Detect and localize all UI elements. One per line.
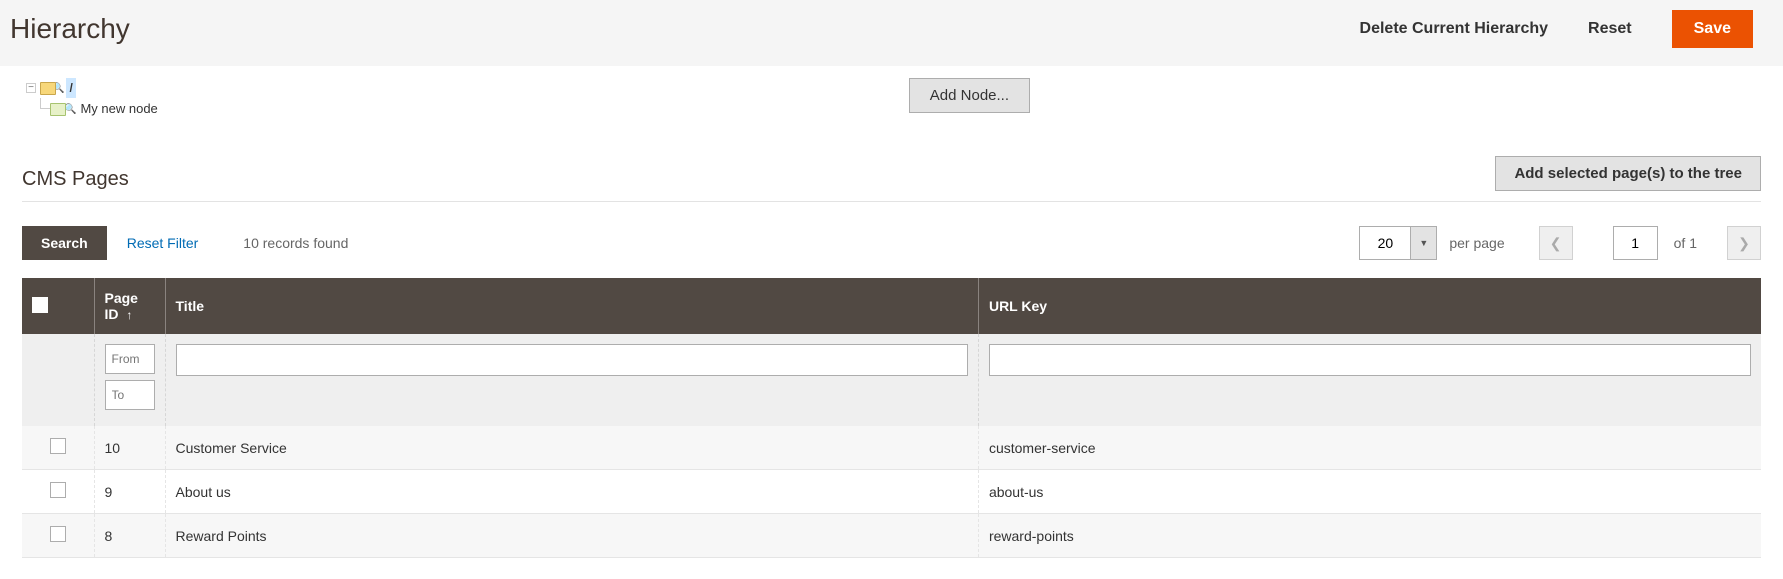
delete-hierarchy-button[interactable]: Delete Current Hierarchy bbox=[1360, 20, 1549, 38]
search-button[interactable]: Search bbox=[22, 226, 107, 260]
page-of-text: of 1 bbox=[1674, 235, 1697, 251]
column-page-id-label: Page ID bbox=[105, 290, 138, 322]
filter-title-input[interactable] bbox=[176, 344, 968, 376]
column-title-label: Title bbox=[176, 298, 205, 314]
column-title[interactable]: Title bbox=[165, 278, 978, 334]
records-found-text: 10 records found bbox=[243, 235, 348, 251]
table-row[interactable]: 8 Reward Points reward-points bbox=[22, 514, 1761, 558]
column-select-all[interactable] bbox=[22, 278, 94, 334]
page-icon bbox=[50, 103, 66, 116]
sort-asc-icon: ↑ bbox=[126, 308, 132, 322]
tree-root-label: / bbox=[66, 78, 75, 98]
filter-page-id-to[interactable] bbox=[105, 380, 155, 410]
select-all-checkbox[interactable] bbox=[32, 297, 48, 313]
add-node-wrap: Add Node... bbox=[178, 78, 1761, 113]
page-header: Hierarchy Delete Current Hierarchy Reset… bbox=[0, 0, 1783, 66]
tree-area: − 🔍 / 🔍 My new node Add Node... bbox=[22, 78, 1761, 120]
tree-root-node[interactable]: − 🔍 / bbox=[26, 78, 158, 98]
cms-pages-grid: Page ID ↑ Title URL Key bbox=[22, 278, 1761, 558]
page-size-control: ▼ bbox=[1359, 226, 1437, 260]
row-checkbox[interactable] bbox=[50, 526, 66, 542]
filter-row bbox=[22, 334, 1761, 426]
cell-page-id: 10 bbox=[94, 426, 165, 470]
tree-child-node[interactable]: 🔍 My new node bbox=[26, 98, 158, 120]
cell-title: About us bbox=[165, 470, 978, 514]
cell-page-id: 8 bbox=[94, 514, 165, 558]
body-section: − 🔍 / 🔍 My new node Add Node... CMS Page… bbox=[0, 66, 1783, 558]
column-url-key-label: URL Key bbox=[989, 298, 1047, 314]
tree-collapse-icon[interactable]: − bbox=[26, 83, 36, 93]
reset-button[interactable]: Reset bbox=[1588, 20, 1632, 38]
row-checkbox[interactable] bbox=[50, 438, 66, 454]
cms-section-header: CMS Pages Add selected page(s) to the tr… bbox=[22, 156, 1761, 202]
cell-page-id: 9 bbox=[94, 470, 165, 514]
toolbar-left: Search Reset Filter 10 records found bbox=[22, 226, 348, 260]
next-page-button[interactable]: ❯ bbox=[1727, 226, 1761, 260]
table-row[interactable]: 10 Customer Service customer-service bbox=[22, 426, 1761, 470]
column-url-key[interactable]: URL Key bbox=[978, 278, 1761, 334]
reset-filter-link[interactable]: Reset Filter bbox=[127, 235, 199, 251]
cms-section-title: CMS Pages bbox=[22, 168, 129, 191]
chevron-right-icon: ❯ bbox=[1738, 235, 1750, 252]
cell-url: about-us bbox=[978, 470, 1761, 514]
cell-title: Reward Points bbox=[165, 514, 978, 558]
per-page-label: per page bbox=[1449, 235, 1504, 251]
tree-child-label: My new node bbox=[80, 98, 157, 120]
row-checkbox[interactable] bbox=[50, 482, 66, 498]
cell-url: customer-service bbox=[978, 426, 1761, 470]
table-row[interactable]: 9 About us about-us bbox=[22, 470, 1761, 514]
column-page-id[interactable]: Page ID ↑ bbox=[94, 278, 165, 334]
folder-icon bbox=[40, 82, 56, 95]
header-actions: Delete Current Hierarchy Reset Save bbox=[1360, 10, 1753, 48]
page-number-input[interactable] bbox=[1613, 226, 1658, 260]
hierarchy-tree: − 🔍 / 🔍 My new node bbox=[26, 78, 158, 120]
toolbar-right: ▼ per page ❮ of 1 ❯ bbox=[1359, 226, 1761, 260]
save-button[interactable]: Save bbox=[1672, 10, 1753, 48]
page-title: Hierarchy bbox=[10, 13, 130, 45]
cell-title: Customer Service bbox=[165, 426, 978, 470]
filter-page-id-from[interactable] bbox=[105, 344, 155, 374]
prev-page-button[interactable]: ❮ bbox=[1539, 226, 1573, 260]
grid-toolbar: Search Reset Filter 10 records found ▼ p… bbox=[22, 226, 1761, 260]
cell-url: reward-points bbox=[978, 514, 1761, 558]
add-node-button[interactable]: Add Node... bbox=[909, 78, 1030, 113]
page-size-dropdown[interactable]: ▼ bbox=[1410, 227, 1436, 259]
chevron-left-icon: ❮ bbox=[1550, 235, 1562, 252]
add-selected-pages-button[interactable]: Add selected page(s) to the tree bbox=[1495, 156, 1761, 191]
filter-url-input[interactable] bbox=[989, 344, 1751, 376]
page-size-input[interactable] bbox=[1360, 227, 1410, 259]
